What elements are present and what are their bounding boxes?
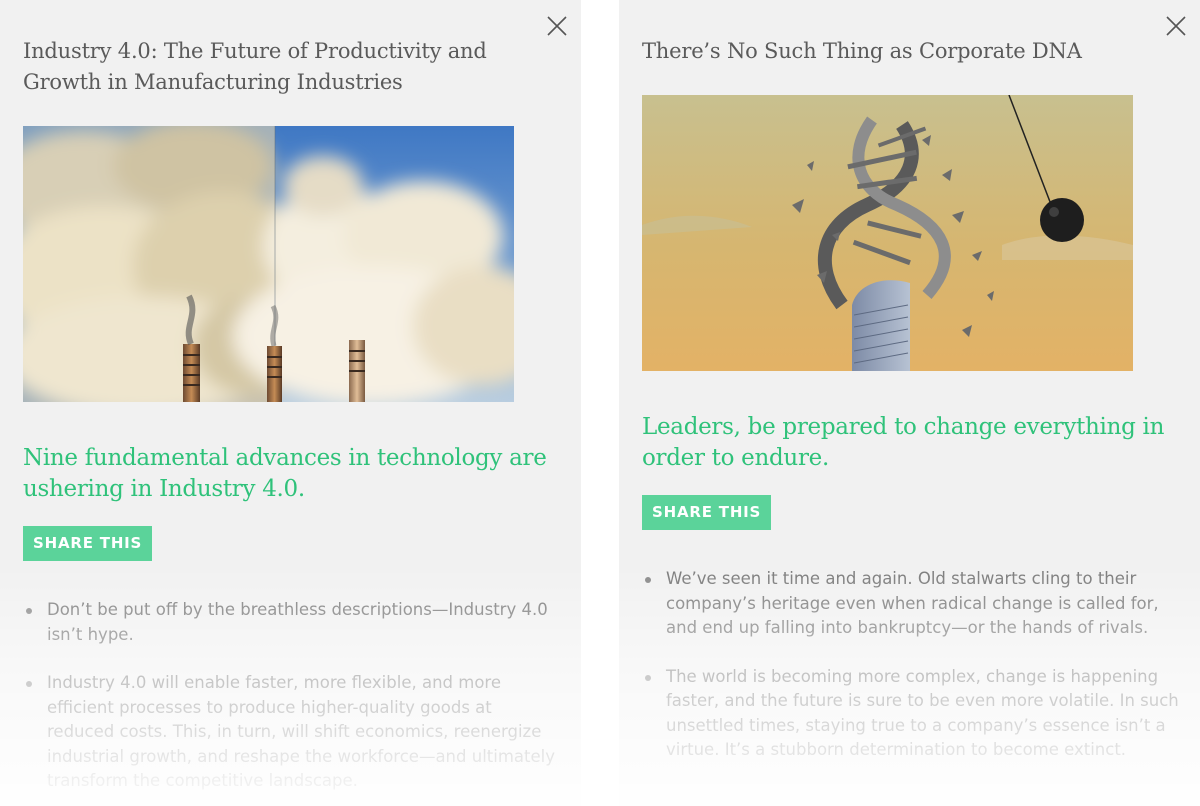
- share-button[interactable]: SHARE THIS: [642, 495, 772, 530]
- article-title[interactable]: There’s No Such Thing as Corporate DNA: [642, 36, 1152, 67]
- hero-image[interactable]: [642, 95, 1133, 371]
- article-tagline: Leaders, be prepared to change everythin…: [642, 414, 1165, 471]
- article-tagline: Nine fundamental advances in technology …: [23, 445, 547, 502]
- bullet-list: Don’t be put off by the breathless descr…: [23, 598, 563, 806]
- bullet-item: Don’t be put off by the breathless descr…: [23, 598, 563, 647]
- close-icon[interactable]: [1164, 14, 1188, 38]
- bullet-item: We’ve seen it time and again. Old stalwa…: [642, 567, 1182, 641]
- article-title[interactable]: Industry 4.0: The Future of Productivity…: [23, 36, 533, 98]
- bullet-item: The world is becoming more complex, chan…: [642, 665, 1182, 763]
- right-article-card: There’s No Such Thing as Corporate DNA L…: [619, 0, 1200, 806]
- bullet-list: We’ve seen it time and again. Old stalwa…: [642, 567, 1182, 787]
- close-icon[interactable]: [545, 14, 569, 38]
- share-button[interactable]: SHARE THIS: [23, 526, 153, 561]
- left-article-card: Industry 4.0: The Future of Productivity…: [0, 0, 581, 806]
- bullet-item: Industry 4.0 will enable faster, more fl…: [23, 671, 563, 794]
- hero-image[interactable]: [23, 126, 514, 402]
